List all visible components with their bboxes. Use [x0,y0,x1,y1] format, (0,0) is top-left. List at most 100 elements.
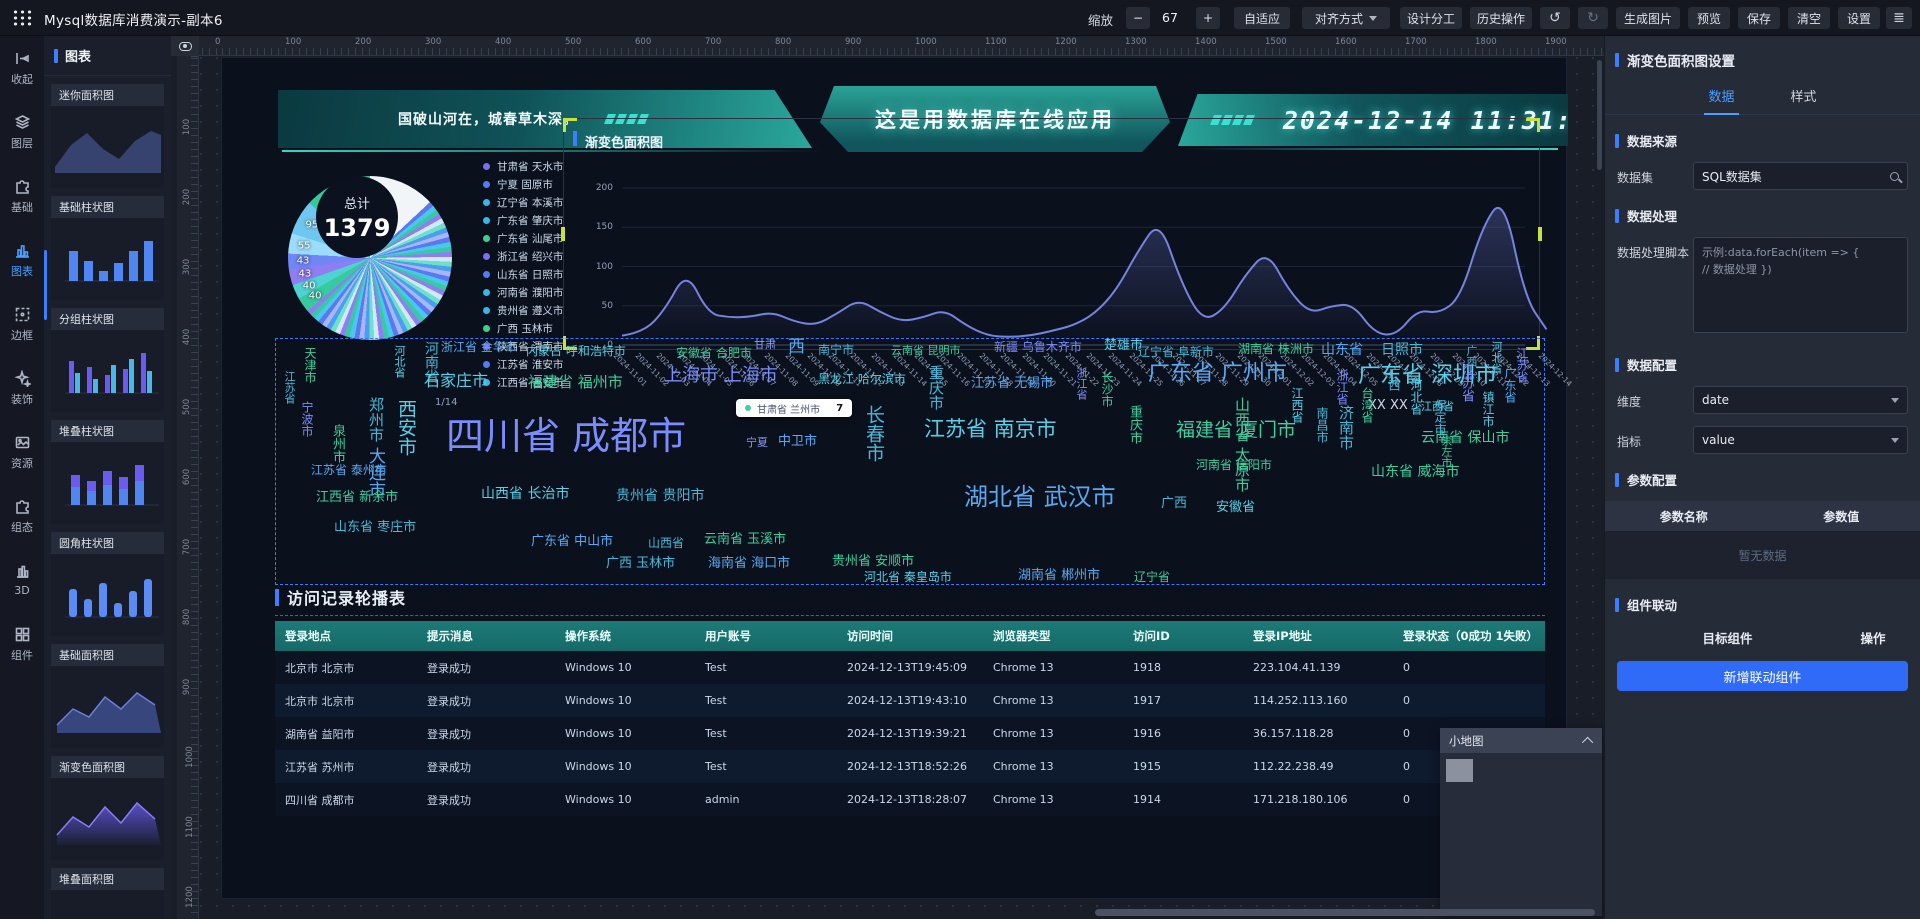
legend-dot [483,253,490,260]
chart-title: 渐变色面积图 [585,132,663,151]
bar-chart-icon [14,242,31,259]
dimension-select[interactable]: date [1693,386,1908,414]
legend-item[interactable]: 河南省 濮阳市 [483,283,563,301]
generate-image-button[interactable]: 生成图片 [1616,7,1680,29]
legend-label: 广东省 汕尾市 [497,231,563,246]
word-cloud-word: 贵州省 安顺市 [832,555,914,568]
legend-item[interactable]: 广西 玉林市 [483,319,563,337]
save-button[interactable]: 保存 [1738,7,1780,29]
accent-bar [275,589,279,606]
legend-item[interactable]: 山东省 日照市 [483,265,563,283]
chart-card-基础面积图[interactable]: 基础面积图 [51,644,164,748]
chart-card-基础柱状图[interactable]: 基础柱状图 [51,196,164,300]
param-empty-state: 暂无数据 [1605,531,1920,579]
sidebar-item-图表[interactable]: 图表 [0,228,44,292]
legend-item[interactable]: 广东省 肇庆市 [483,211,563,229]
table-cell: Chrome 13 [983,783,1123,816]
sidebar-item-边框[interactable]: 边框 [0,292,44,356]
add-link-button[interactable]: 新增联动组件 [1617,661,1908,691]
dataset-value: SQL数据集 [1702,168,1890,185]
table-cell: admin [695,783,837,816]
chart-card-分组柱状图[interactable]: 分组柱状图 [51,308,164,412]
grouped-bars-thumb-icon [51,339,164,403]
minimap-viewport[interactable] [1446,759,1473,782]
word-cloud-word: 江西省 [1291,387,1303,423]
sidebar-item-label: 边框 [11,327,33,343]
dashboard-screen[interactable]: 国破山河在，城春草木深。 这是用数据库在线应用 2024-12-14 11:31… [222,58,1566,898]
legend-item[interactable]: 贵州省 遵义市 [483,301,563,319]
legend-item[interactable]: 宁夏 固原市 [483,175,563,193]
undo-icon[interactable]: ↺ [1540,7,1570,29]
word-cloud-component[interactable]: 甘肃省 兰州市 7 浙江省 金华市内蒙古 呼和浩特市安徽省 合肥市甘肃西南宁市云… [275,338,1545,585]
sparkle-icon [14,370,31,387]
ruler-label: 500 [182,399,192,415]
chart-card-label: 基础柱状图 [51,196,164,218]
redo-icon[interactable]: ↻ [1578,7,1608,29]
dimension-value: date [1702,393,1891,407]
sidebar-item-装饰[interactable]: 装饰 [0,356,44,420]
align-button[interactable]: 对齐方式 [1302,7,1390,29]
horizontal-scrollbar[interactable] [1095,909,1595,916]
preview-button[interactable]: 预览 [1688,7,1730,29]
legend-item[interactable]: 甘肃省 天水市 [483,157,563,175]
y-axis-label: 50 [587,301,613,311]
legend-item[interactable]: 浙江省 绍兴市 [483,247,563,265]
gradient-area-thumb-icon [51,787,164,851]
dataset-select[interactable]: SQL数据集 [1693,162,1908,190]
sidebar-item-3D[interactable]: 3D [0,548,44,612]
sidebar-item-资源[interactable]: 资源 [0,420,44,484]
sidebar-item-基础[interactable]: 基础 [0,164,44,228]
word-cloud-word: 河北省 [1491,341,1502,374]
fit-button[interactable]: 自适应 [1234,7,1290,29]
chart-card-堆叠柱状图[interactable]: 堆叠柱状图 [51,420,164,524]
sidebar-item-收起[interactable]: 收起 [0,36,44,100]
metric-select[interactable]: value [1693,426,1908,454]
legend-item[interactable]: 广东省 汕尾市 [483,229,563,247]
table-cell: 36.157.118.28 [1243,717,1393,750]
minimap-header[interactable]: 小地图 [1440,728,1602,753]
tab-data[interactable]: 数据 [1708,86,1734,105]
zoom-in-button[interactable]: + [1196,7,1220,29]
table-cell: Windows 10 [555,684,695,717]
legend-item[interactable]: 辽宁省 本溪市 [483,193,563,211]
vertical-scrollbar[interactable] [1597,60,1602,170]
script-textarea[interactable]: 示例:data.forEach(item => { // 数据处理 }) [1693,237,1908,333]
word-cloud-word: 济南市 [1338,405,1353,450]
table-cell: 2024-12-13T18:52:26 [837,750,983,783]
table-cell: 江苏省 苏州市 [275,750,417,783]
selection-corner-handle[interactable] [1526,118,1540,132]
selection-mid-handle[interactable] [561,227,565,241]
chart-card-渐变色面积图[interactable]: 渐变色面积图 [51,756,164,860]
word-cloud-word: 四川省 成都市 [446,417,686,455]
selection-corner-handle[interactable] [563,118,577,132]
clear-button[interactable]: 清空 [1788,7,1830,29]
table-cell: 112.22.238.49 [1243,750,1393,783]
selection-mid-handle[interactable] [1538,227,1542,241]
chart-card-圆角柱状图[interactable]: 圆角柱状图 [51,532,164,636]
chart-list-panel: 图表 迷你面积图 基础柱状图 分组柱状图 堆叠柱状图 圆角柱状图 基础面积图 渐… [44,36,171,919]
sidebar-item-图层[interactable]: 图层 [0,100,44,164]
word-cloud-word: 贵州省 贵阳市 [616,489,704,503]
app-grid-icon[interactable] [12,9,32,27]
ruler-label: 1200 [185,886,195,908]
zoom-out-button[interactable]: − [1126,7,1150,29]
chart-card-迷你面积图[interactable]: 迷你面积图 [51,84,164,188]
design-split-button[interactable]: 设计分工 [1400,7,1462,29]
ruler-corner[interactable] [171,36,199,56]
legend-dot [483,199,490,206]
sidebar-item-组件[interactable]: 组件 [0,612,44,676]
table-component[interactable]: 访问记录轮播表 登录地点提示消息操作系统用户账号访问时间浏览器类型访问ID登录I… [275,585,1545,885]
tab-style[interactable]: 样式 [1791,86,1817,105]
section-data-source: 数据来源 [1615,131,1920,150]
word-cloud-word: 山东省 [1321,343,1363,357]
sidebar-item-组态[interactable]: 组态 [0,484,44,548]
donut-slice-label: 55 [298,241,311,252]
table-title-row: 访问记录轮播表 [275,585,1545,609]
history-button[interactable]: 历史操作 [1470,7,1532,29]
zoom-value[interactable]: 67 [1162,10,1178,25]
donut-slice-label: 40 [309,291,322,302]
settings-button[interactable]: 设置 [1838,7,1880,29]
accent-bar [1615,134,1619,148]
collapse-panel-icon[interactable]: ≣ [1886,7,1912,29]
chart-card-堆叠面积图[interactable]: 堆叠面积图 [51,868,164,919]
